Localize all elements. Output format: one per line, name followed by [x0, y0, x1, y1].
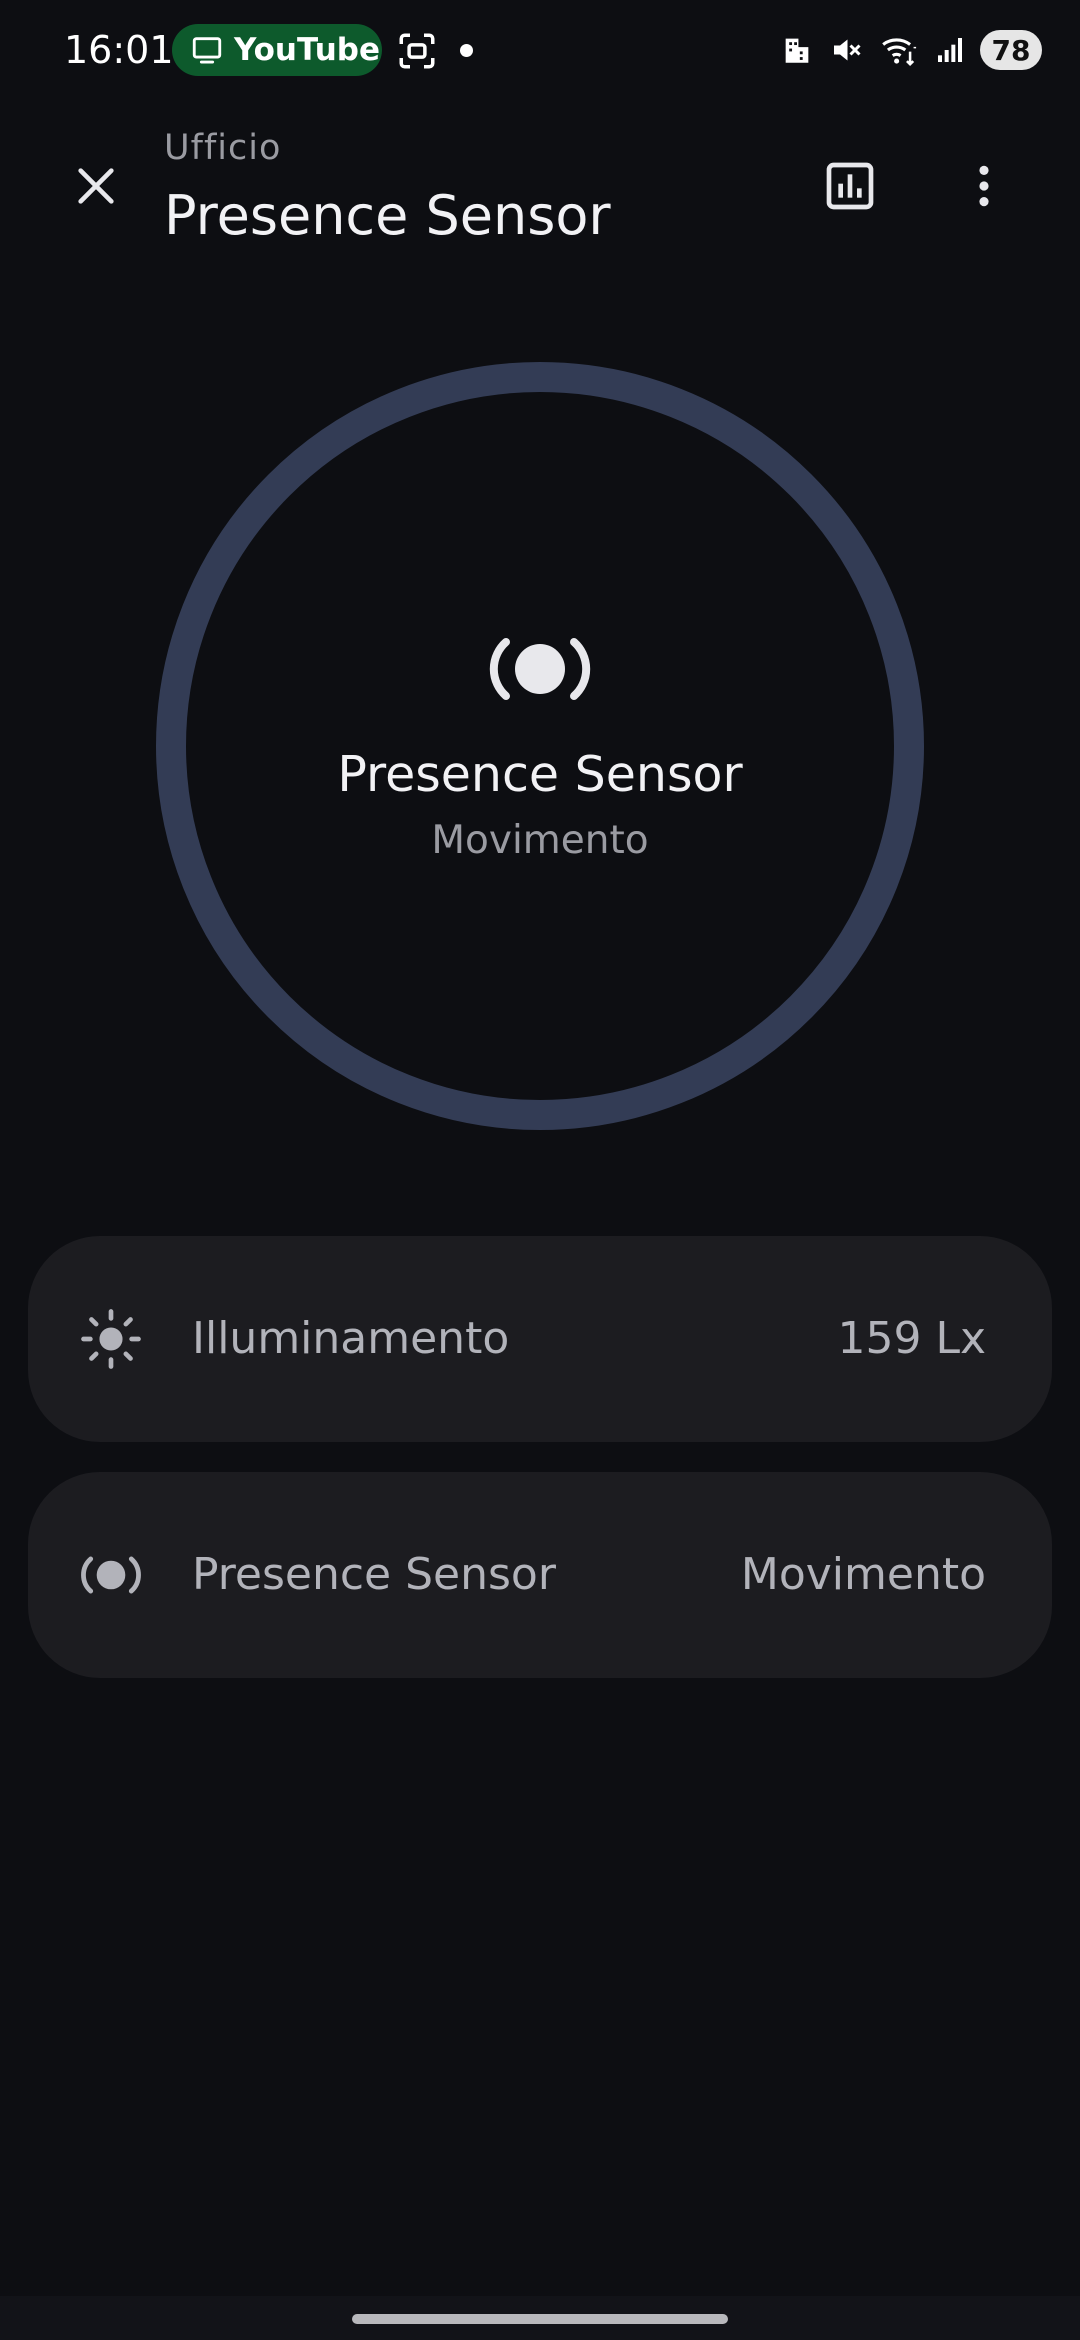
building-icon [785, 38, 809, 63]
bar-chart-icon [826, 162, 874, 210]
state-value: Movimento [431, 818, 649, 863]
mute-icon [834, 39, 861, 61]
page-title: Presence Sensor [164, 184, 611, 247]
active-app-label: YouTube [234, 32, 380, 68]
status-icons: 78 [780, 24, 1042, 76]
entity-card-illuminance[interactable]: Illuminamento 159 Lx [28, 1236, 1052, 1442]
state-entity-name: Presence Sensor [337, 746, 743, 803]
active-app-pill[interactable]: YouTube [172, 24, 382, 76]
home-indicator[interactable] [352, 2314, 728, 2324]
close-button[interactable] [60, 150, 132, 222]
signal-icon [938, 38, 962, 62]
entity-value: Movimento [740, 1549, 986, 1600]
battery-indicator: 78 [980, 30, 1042, 70]
motion-sensor-icon [78, 1542, 144, 1608]
entity-card-presence[interactable]: Presence Sensor Movimento [28, 1472, 1052, 1678]
more-options-button[interactable] [946, 148, 1022, 224]
wifi-icon [882, 38, 917, 67]
close-icon [78, 168, 114, 204]
status-time: 16:01 [64, 28, 174, 72]
notification-dot [460, 44, 473, 57]
brightness-icon [78, 1306, 144, 1372]
entity-value: 159 Lx [837, 1313, 986, 1364]
entity-label: Illuminamento [192, 1313, 510, 1364]
motion-sensor-icon [489, 638, 591, 700]
screen-record-icon [399, 33, 435, 69]
status-bar: 16:01 YouTube 78 [0, 0, 1080, 100]
tv-icon [192, 37, 222, 64]
area-name: Ufficio [164, 128, 282, 168]
device-detail-screen: 16:01 YouTube 78 Ufficio Presence Sensor… [0, 0, 1080, 2340]
entity-label: Presence Sensor [192, 1549, 556, 1600]
more-vert-icon [979, 165, 989, 207]
history-button[interactable] [812, 148, 888, 224]
